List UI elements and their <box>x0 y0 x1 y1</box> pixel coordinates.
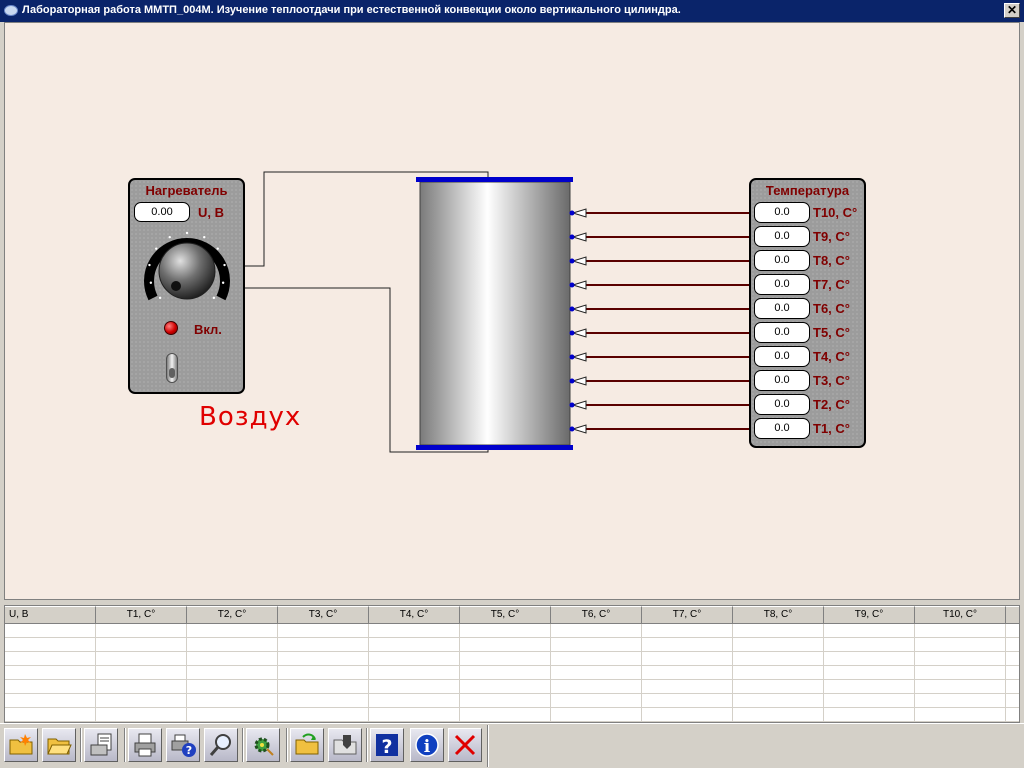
title-bar: Лабораторная работа ММТП_004М. Изучение … <box>0 0 1024 22</box>
column-header[interactable]: T3, C° <box>278 606 369 624</box>
temperature-row: 0.0 T3, C° <box>754 370 866 392</box>
toolbar-separator <box>124 728 126 762</box>
print-help-button[interactable]: ? <box>166 728 200 762</box>
temperature-value: 0.0 <box>754 250 810 271</box>
open-file-button[interactable] <box>42 728 76 762</box>
temperature-value: 0.0 <box>754 298 810 319</box>
temperature-title: Температура <box>765 183 850 198</box>
help-button[interactable]: ? <box>370 728 404 762</box>
temperature-value: 0.0 <box>754 274 810 295</box>
voltage-knob[interactable] <box>139 228 235 314</box>
heater-title: Нагреватель <box>145 183 228 198</box>
column-header-filler <box>1006 606 1019 624</box>
column-header[interactable]: T5, C° <box>460 606 551 624</box>
window-title: Лабораторная работа ММТП_004М. Изучение … <box>22 4 681 16</box>
temperature-label: T5, C° <box>813 325 850 340</box>
heater-panel: Нагреватель 0.00 U, B Вкл. <box>128 178 245 394</box>
toolbar-separator <box>286 728 288 762</box>
temperature-label: T9, C° <box>813 229 850 244</box>
temperature-value: 0.0 <box>754 370 810 391</box>
export-button[interactable] <box>84 728 118 762</box>
column-header[interactable]: T1, C° <box>96 606 187 624</box>
temperature-value: 0.0 <box>754 418 810 439</box>
svg-text:?: ? <box>186 744 192 757</box>
temperature-row: 0.0 T5, C° <box>754 322 866 344</box>
voltage-label: U, B <box>198 205 224 220</box>
zoom-button[interactable] <box>204 728 238 762</box>
temperature-label: T2, C° <box>813 397 850 412</box>
column-header[interactable]: T10, C° <box>915 606 1006 624</box>
temperature-row: 0.0 T9, C° <box>754 226 866 248</box>
temperature-row: 0.0 T10, C° <box>754 202 866 224</box>
svg-text:?: ? <box>381 736 392 758</box>
voltage-display: 0.00 <box>134 202 190 222</box>
temperature-value: 0.0 <box>754 346 810 367</box>
temperature-row: 0.0 T6, C° <box>754 298 866 320</box>
toolbar: ?? i <box>0 723 1024 768</box>
column-header[interactable]: T6, C° <box>551 606 642 624</box>
column-header[interactable]: U, B <box>5 606 96 624</box>
toolbar-separator <box>80 728 82 762</box>
table-body[interactable] <box>5 624 1019 722</box>
info-button[interactable]: i <box>410 728 444 762</box>
new-file-button[interactable] <box>4 728 38 762</box>
print-button[interactable] <box>128 728 162 762</box>
toolbar-separator <box>366 728 368 762</box>
temperature-label: T1, C° <box>813 421 850 436</box>
open-data-button[interactable] <box>290 728 324 762</box>
column-header[interactable]: T9, C° <box>824 606 915 624</box>
temperature-row: 0.0 T7, C° <box>754 274 866 296</box>
toolbar-separator <box>242 728 244 762</box>
temperature-value: 0.0 <box>754 394 810 415</box>
column-header[interactable]: T8, C° <box>733 606 824 624</box>
column-header[interactable]: T4, C° <box>369 606 460 624</box>
app-icon <box>4 5 18 16</box>
results-table[interactable]: U, B T1, C° T2, C° T3, C° T4, C° T5, C° T6, C°… <box>4 605 1020 723</box>
temperature-row: 0.0 T1, C° <box>754 418 866 440</box>
temperature-label: T10, C° <box>813 205 858 220</box>
temperature-value: 0.0 <box>754 322 810 343</box>
table-header: U, B T1, C° T2, C° T3, C° T4, C° T5, C° T6, C°… <box>5 606 1019 624</box>
temperature-label: T8, C° <box>813 253 850 268</box>
temperature-label: T6, C° <box>813 301 850 316</box>
svg-text:i: i <box>424 737 431 757</box>
temperature-panel: Температура 0.0 T10, C° 0.0 T9, C° 0.0 T8, C°… <box>749 178 866 448</box>
temperature-label: T4, C° <box>813 349 850 364</box>
temperature-value: 0.0 <box>754 202 810 223</box>
environment-label: Воздух <box>199 402 302 432</box>
temperature-value: 0.0 <box>754 226 810 247</box>
exit-button[interactable] <box>448 728 482 762</box>
close-button[interactable]: ✕ <box>1004 3 1020 18</box>
settings-button[interactable] <box>246 728 280 762</box>
temperature-row: 0.0 T8, C° <box>754 250 866 272</box>
column-header[interactable]: T2, C° <box>187 606 278 624</box>
temperature-row: 0.0 T2, C° <box>754 394 866 416</box>
toolbar-end-separator <box>487 725 489 767</box>
power-label: Вкл. <box>194 322 222 337</box>
column-header[interactable]: T7, C° <box>642 606 733 624</box>
power-toggle-switch[interactable] <box>166 353 178 383</box>
temperature-label: T7, C° <box>813 277 850 292</box>
power-indicator-led <box>164 321 178 335</box>
save-data-button[interactable] <box>328 728 362 762</box>
temperature-row: 0.0 T4, C° <box>754 346 866 368</box>
temperature-label: T3, C° <box>813 373 850 388</box>
